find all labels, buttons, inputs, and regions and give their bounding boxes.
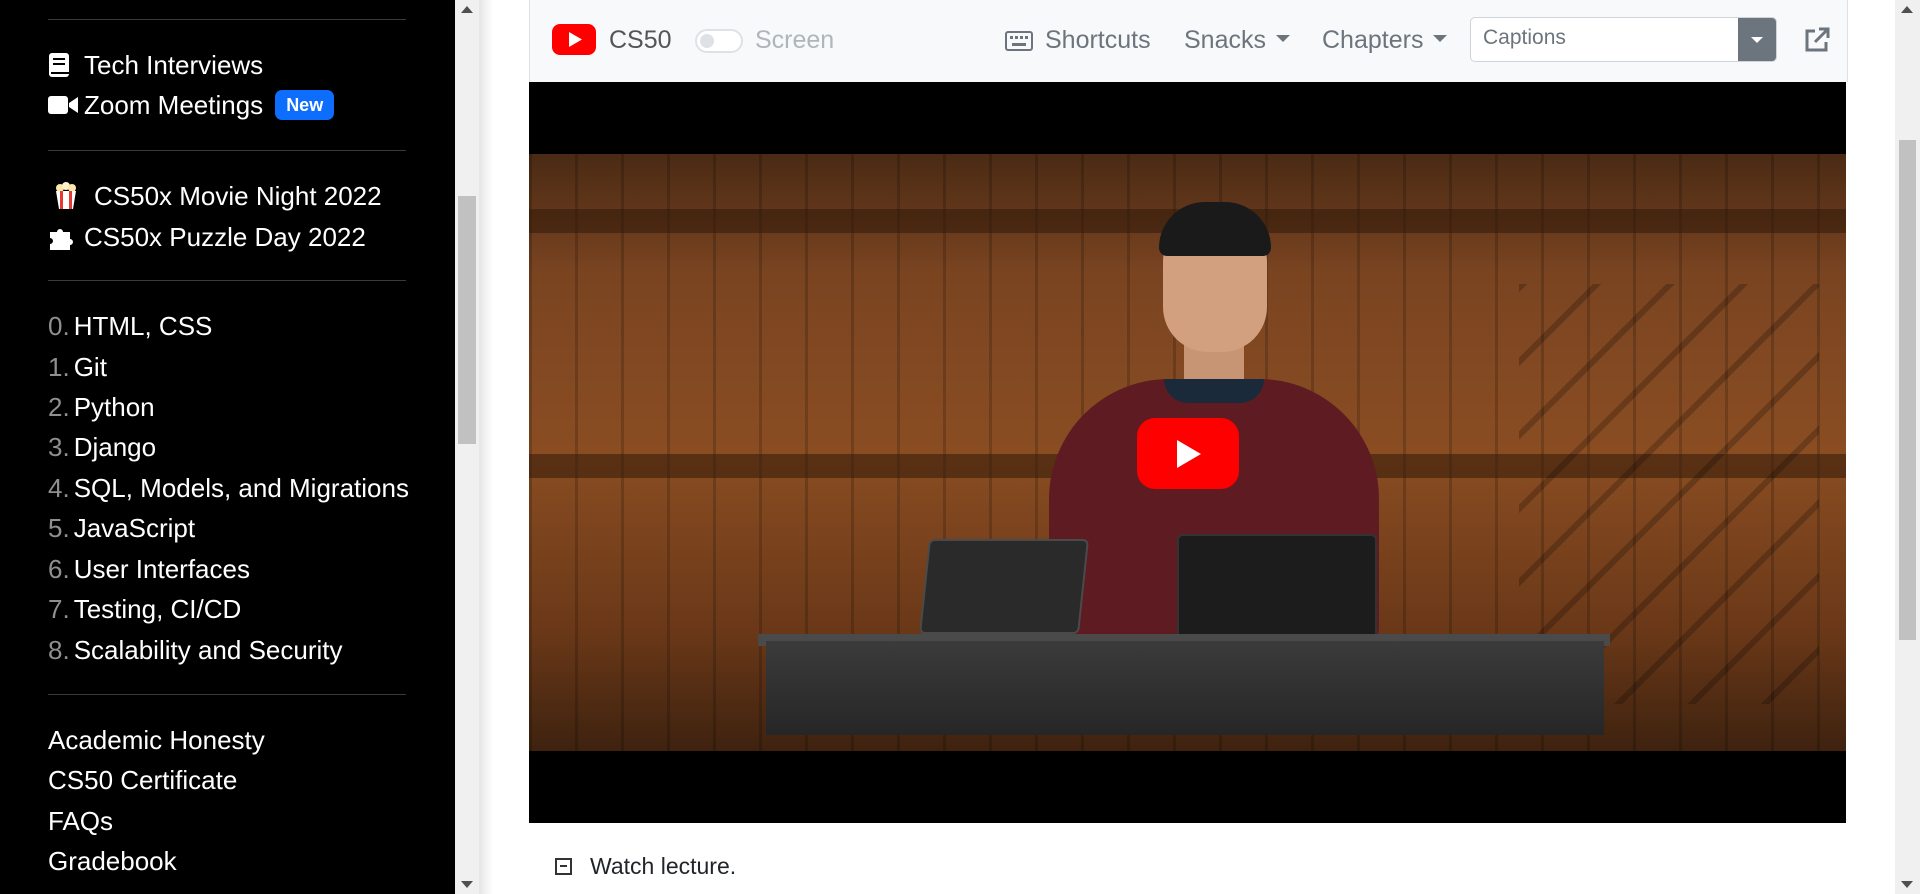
sidebar-scrollbar-thumb[interactable] [458,196,476,444]
sidebar-divider [48,694,406,695]
chevron-down-icon [1275,34,1290,42]
shortcuts-button[interactable]: Shortcuts [1045,22,1151,58]
lecture-label: Scalability and Security [73,634,343,665]
sidebar-shadow [479,0,493,894]
video-toolbar: CS50 Screen Shortcuts Snacks Chapters Ca… [529,0,1848,82]
laptop-device [1177,534,1377,644]
external-link-icon[interactable] [1803,26,1833,56]
sidebar-item-lecture-0[interactable]: 0. HTML, CSS [48,308,212,344]
sidebar: Tech Interviews Zoom Meetings New CS50x … [0,0,455,894]
sidebar-divider [48,19,406,20]
sidebar-item-faqs[interactable]: FAQs [48,803,113,839]
sidebar-item-zoom-meetings[interactable]: Zoom Meetings New [48,87,335,123]
video-source-title[interactable]: CS50 [609,22,672,58]
sidebar-divider [48,280,406,281]
sidebar-item-lecture-8[interactable]: 8. Scalability and Security [48,632,343,668]
sidebar-item-label: Zoom Meetings [84,89,264,120]
sidebar-item-academic-honesty[interactable]: Academic Honesty [48,722,265,758]
sidebar-item-label: Tech Interviews [84,49,264,80]
lecture-number: 6. [48,553,70,584]
sidebar-link-label: Academic Honesty [48,724,265,755]
lecture-number: 8. [48,634,70,665]
captions-select[interactable]: Captions [1470,17,1777,62]
lecture-label: Django [73,431,157,462]
lecture-label: JavaScript [73,512,196,543]
video-player[interactable] [529,82,1846,823]
sidebar-item-lecture-1[interactable]: 1. Git [48,349,107,385]
sidebar-item-lecture-7[interactable]: 7. Testing, CI/CD [48,591,241,627]
lecture-number: 2. [48,391,70,422]
sidebar-item-movie-night[interactable]: CS50x Movie Night 2022 [54,178,382,214]
collapse-icon[interactable] [555,857,572,875]
sidebar-item-lecture-2[interactable]: 2. Python [48,389,155,425]
snacks-label: Snacks [1184,26,1266,54]
chevron-down-icon [1433,34,1448,42]
watch-lecture-toggle[interactable]: Watch lecture. [555,850,736,882]
chapters-label: Chapters [1322,26,1424,54]
sidebar-item-lecture-3[interactable]: 3. Django [48,429,156,465]
sidebar-item-lecture-6[interactable]: 6. User Interfaces [48,551,250,587]
page-scrollbar[interactable] [1895,0,1920,894]
youtube-play-icon[interactable] [1137,418,1239,489]
popcorn-icon [54,182,84,210]
sidebar-link-label: CS50 Certificate [48,764,238,795]
scroll-up-arrow-icon[interactable] [1901,6,1913,13]
tablet-device [919,539,1089,634]
lecture-label: User Interfaces [73,553,250,584]
sidebar-item-lecture-4[interactable]: 4. SQL, Models, and Migrations [48,470,409,506]
scroll-up-arrow-icon[interactable] [461,6,473,13]
chapters-dropdown[interactable]: Chapters [1322,22,1448,58]
sidebar-item-puzzle-day[interactable]: CS50x Puzzle Day 2022 [48,219,366,255]
sidebar-item-tech-interviews[interactable]: Tech Interviews [48,47,263,83]
speaker-collar [1164,379,1264,403]
lecture-label: Testing, CI/CD [73,593,242,624]
new-badge: New [275,90,335,120]
lecture-label: Python [73,391,155,422]
page-scrollbar-thumb[interactable] [1899,140,1916,640]
book-icon [48,51,78,79]
screen-label: Screen [755,26,835,54]
puzzle-icon [48,223,78,251]
keyboard-icon [1005,31,1033,56]
lecture-number: 3. [48,431,70,462]
sidebar-item-label: CS50x Movie Night 2022 [94,180,382,211]
sidebar-divider [48,150,406,151]
sidebar-link-label: FAQs [48,805,114,836]
lecture-number: 5. [48,512,70,543]
lecture-label: HTML, CSS [73,310,213,341]
scroll-down-arrow-icon[interactable] [461,881,473,888]
lecture-number: 1. [48,351,70,382]
watch-lecture-label: Watch lecture. [590,852,737,879]
captions-value: Captions [1483,26,1566,49]
lecture-number: 4. [48,472,70,503]
lecture-number: 0. [48,310,70,341]
podium [766,641,1604,735]
youtube-icon[interactable] [552,24,596,60]
snacks-dropdown[interactable]: Snacks [1184,22,1290,58]
lecture-label: SQL, Models, and Migrations [73,472,409,503]
lecture-label: Git [73,351,107,382]
toggle-knob [700,34,714,48]
sidebar-item-gradebook[interactable]: Gradebook [48,843,177,879]
lecture-number: 7. [48,593,70,624]
sidebar-item-cs50-certificate[interactable]: CS50 Certificate [48,762,237,798]
sidebar-link-label: Gradebook [48,845,177,876]
captions-dropdown-button[interactable] [1738,18,1776,61]
sidebar-item-label: CS50x Puzzle Day 2022 [84,221,366,252]
chevron-down-icon [1751,37,1763,43]
sidebar-item-lecture-5[interactable]: 5. JavaScript [48,510,195,546]
sidebar-scrollbar[interactable] [455,0,479,894]
video-camera-icon [48,91,78,119]
screen-toggle[interactable] [695,29,743,53]
scroll-down-arrow-icon[interactable] [1901,881,1913,888]
